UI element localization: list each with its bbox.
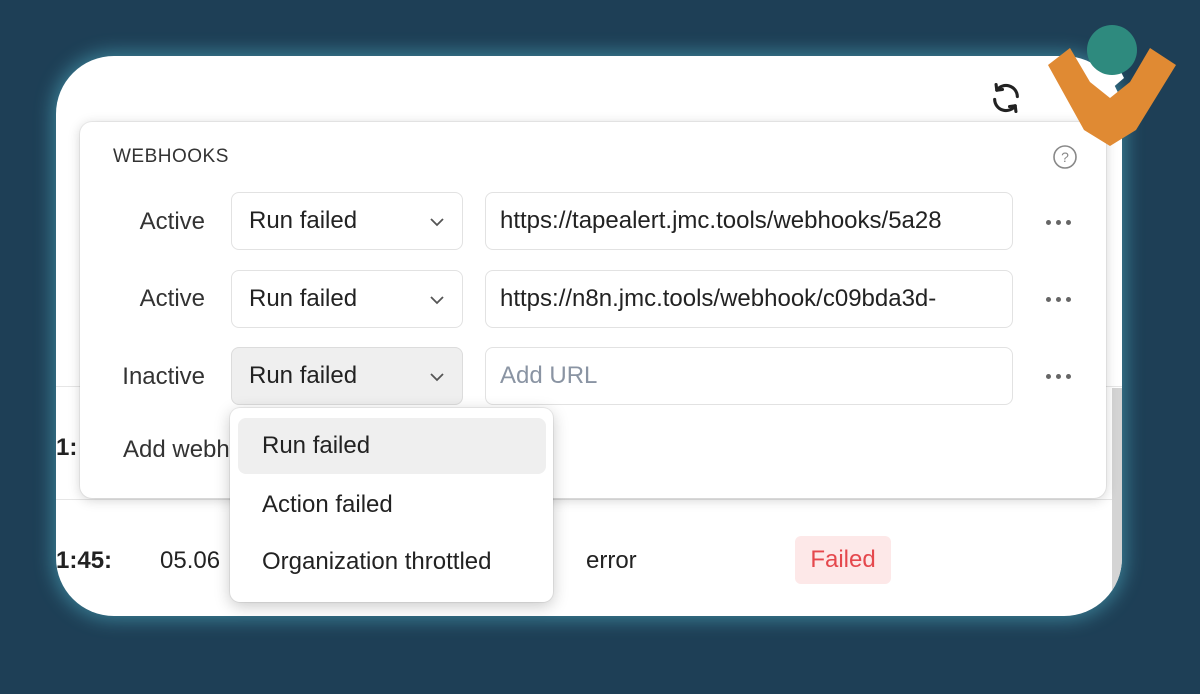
dropdown-option[interactable]: Run failed bbox=[238, 418, 546, 474]
webhook-url-input[interactable] bbox=[485, 192, 1013, 250]
event-select-value: Run failed bbox=[249, 207, 358, 234]
brand-logo bbox=[1048, 25, 1176, 146]
status-badge: Failed bbox=[795, 536, 891, 584]
event-select[interactable]: Run failed bbox=[231, 192, 463, 250]
more-options-button[interactable] bbox=[1040, 358, 1076, 394]
webhook-status-label: Inactive bbox=[122, 363, 205, 390]
more-options-button[interactable] bbox=[1040, 281, 1076, 317]
webhook-status-label: Active bbox=[139, 285, 205, 312]
table-row-type: error bbox=[586, 547, 637, 574]
webhook-url-input[interactable] bbox=[485, 270, 1013, 328]
refresh-icon bbox=[993, 82, 1019, 114]
add-webhook-label: Add webhook bbox=[123, 436, 231, 463]
more-options-button[interactable] bbox=[1040, 204, 1076, 240]
refresh-button[interactable] bbox=[984, 78, 1028, 118]
event-dropdown-menu: Run failed Action failed Organization th… bbox=[230, 408, 553, 602]
webhook-url-input[interactable] bbox=[485, 347, 1013, 405]
chevron-down-icon bbox=[430, 296, 444, 305]
table-row-time: 1: bbox=[56, 434, 78, 461]
event-select-value: Run failed bbox=[249, 362, 358, 389]
table-row-date: 05.06 bbox=[160, 547, 221, 574]
event-select-value: Run failed bbox=[249, 285, 358, 312]
event-select[interactable]: Run failed bbox=[231, 347, 463, 405]
webhook-status-label: Active bbox=[139, 208, 205, 235]
event-select[interactable]: Run failed bbox=[231, 270, 463, 328]
chevron-down-icon bbox=[430, 218, 444, 227]
add-webhook-button[interactable]: Add webhook bbox=[113, 436, 231, 464]
table-divider bbox=[56, 499, 1122, 500]
scrollbar[interactable] bbox=[1112, 388, 1122, 616]
dropdown-option[interactable]: Action failed bbox=[238, 477, 546, 533]
chevron-down-icon bbox=[430, 373, 444, 382]
section-title: WEBHOOKS bbox=[113, 146, 229, 167]
svg-text:?: ? bbox=[1061, 149, 1069, 165]
table-row-time: 1:45: bbox=[56, 547, 113, 574]
dropdown-option[interactable]: Organization throttled bbox=[238, 534, 546, 590]
